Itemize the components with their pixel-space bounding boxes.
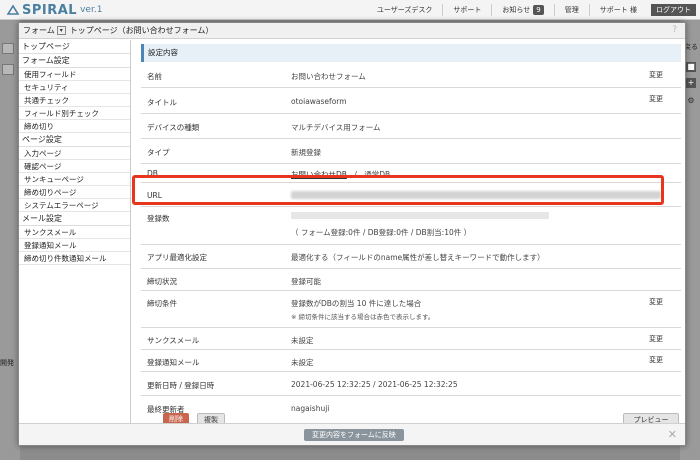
row-type: タイプ 新規登録 (141, 139, 681, 164)
row-label: タイプ (147, 148, 170, 157)
sidebar-item-error-page[interactable]: システムエラーページ (19, 199, 130, 212)
row-value: 新規登録 (291, 148, 321, 157)
row-note: ※ 締切条件に該当する場合は赤色で表示します。 (291, 313, 435, 321)
sidebar-item-fields[interactable]: 使用フィールド (19, 68, 130, 81)
row-notify-mail: 登録通知メール 未設定 変更 (141, 350, 681, 372)
nav-users-desk[interactable]: ユーザーズデスク (367, 4, 443, 16)
nav-support[interactable]: サポート (442, 4, 491, 16)
modal-footer: 変更内容をフォームに反映 ✕ (19, 423, 685, 445)
url-highlight-box (132, 175, 664, 205)
sidebar-item-deadline-page[interactable]: 締め切りページ (19, 186, 130, 199)
sidebar-item-deadline[interactable]: 締め切り (19, 120, 130, 133)
row-thanks-mail: サンクスメール 未設定 変更 (141, 328, 681, 350)
sidebar-group-page-settings: ページ設定 (19, 133, 130, 147)
row-deadline-status: 締切状況 登録可能 (141, 269, 681, 291)
row-label: デバイスの種類 (147, 123, 200, 132)
spiral-logo[interactable]: SPIRAL ver.1 (6, 2, 102, 18)
global-header: SPIRAL ver.1 ユーザーズデスク サポート お知らせ 9 管理 サポート… (0, 0, 700, 20)
background-dropdown (2, 43, 14, 54)
form-menu-dropdown[interactable]: ▾ (56, 26, 66, 35)
settings-content: 設定内容 名前 お問い合わせフォーム 変更 タイトル otoiawaseform… (141, 40, 681, 424)
row-label: サンクスメール (147, 336, 200, 345)
sidebar-group-form-settings: フォーム設定 (19, 54, 130, 68)
row-value: （ フォーム登録:0件 / DB登録:0件 / DB割当:10件 ） (291, 228, 472, 237)
background-gear-icon: ⚙ (687, 96, 695, 105)
row-updated: 更新日時 / 登録日時 2021-06-25 12:32:25 / 2021-0… (141, 372, 681, 396)
nav-admin[interactable]: 管理 (553, 4, 589, 16)
chevron-down-icon: ▾ (59, 27, 63, 34)
logo-version: ver.1 (80, 5, 103, 15)
background-tab-label: 開発 (0, 359, 14, 367)
row-count: 登録数 （ フォーム登録:0件 / DB登録:0件 / DB割当:10件 ） (141, 207, 681, 245)
row-name: 名前 お問い合わせフォーム 変更 (141, 62, 681, 88)
row-deadline-condition: 締切条件 登録数がDBの割当 10 件に達した場合 ※ 締切条件に該当する場合は… (141, 291, 681, 328)
row-label: 登録通知メール (147, 358, 200, 367)
background-back-text: 戻る (684, 43, 698, 51)
breadcrumb: トップページ（お問い合わせフォーム） (69, 26, 214, 35)
close-icon[interactable]: ✕ (668, 428, 677, 441)
row-optimize: アプリ最適化設定 最適化する（フィールドのname属性が差し替えキーワードで動作… (141, 245, 681, 269)
nav-notices[interactable]: お知らせ 9 (491, 4, 553, 16)
sidebar-group-mail-settings: メール設定 (19, 212, 130, 226)
sidebar-item-security[interactable]: セキュリティ (19, 81, 130, 94)
row-value: 2021-06-25 12:32:25 / 2021-06-25 12:32:2… (291, 380, 458, 389)
spiral-logo-icon (6, 4, 20, 15)
help-icon[interactable]: ? (672, 25, 677, 35)
background-left-panel: 開発 (0, 20, 20, 460)
apply-changes-button[interactable]: 変更内容をフォームに反映 (304, 429, 404, 441)
logo-text: SPIRAL (22, 2, 78, 18)
nav-user-name: サポート 様 (588, 4, 647, 16)
count-bar (291, 212, 549, 219)
row-value: 登録可能 (291, 277, 321, 286)
row-label: 登録数 (147, 214, 170, 223)
modal-header: フォーム ▾ トップページ（お問い合わせフォーム） ? (19, 23, 685, 39)
edit-notify-mail-link[interactable]: 変更 (649, 355, 663, 365)
settings-sidebar: トップページ フォーム設定 使用フィールド セキュリティ 共通チェック フィール… (19, 40, 131, 442)
row-label: タイトル (147, 98, 177, 107)
nav-notices-label: お知らせ (502, 6, 531, 14)
edit-title-link[interactable]: 変更 (649, 94, 663, 104)
background-plus-icon: + (686, 78, 696, 88)
row-value: マルチデバイス用フォーム (291, 123, 381, 132)
row-label: 名前 (147, 72, 162, 81)
background-square-icon: ■ (686, 62, 696, 72)
background-checkbox (2, 64, 14, 75)
row-label: 締切状況 (147, 277, 177, 286)
top-nav: ユーザーズデスク サポート お知らせ 9 管理 サポート 様 ログアウト (367, 3, 696, 17)
form-settings-modal: フォーム ▾ トップページ（お問い合わせフォーム） ? トップページ フォーム設… (18, 22, 686, 446)
sidebar-item-deadline-count-mail[interactable]: 締め切り件数通知メール (19, 252, 130, 265)
row-value: 登録数がDBの割当 10 件に達した場合 (291, 299, 422, 308)
sidebar-item-top-page[interactable]: トップページ (19, 40, 130, 54)
row-value: 最適化する（フィールドのname属性が差し替えキーワードで動作します） (291, 253, 545, 262)
row-label: 更新日時 / 登録日時 (147, 381, 215, 390)
sidebar-item-thanks-page[interactable]: サンキューページ (19, 173, 130, 186)
sidebar-item-common-check[interactable]: 共通チェック (19, 94, 130, 107)
row-label: アプリ最適化設定 (147, 253, 207, 262)
row-label: 締切条件 (147, 299, 177, 308)
section-title: 設定内容 (141, 44, 681, 62)
row-value: nagaishuji (291, 404, 330, 413)
sidebar-item-input-page[interactable]: 入力ページ (19, 147, 130, 160)
row-value: 未設定 (291, 358, 314, 367)
row-value: 未設定 (291, 336, 314, 345)
row-value: otoiawaseform (291, 97, 347, 106)
edit-thanks-mail-link[interactable]: 変更 (649, 334, 663, 344)
notice-count-badge: 9 (533, 5, 544, 15)
row-title: タイトル otoiawaseform 変更 (141, 88, 681, 114)
row-value: お問い合わせフォーム (291, 72, 366, 81)
sidebar-item-confirm-page[interactable]: 確認ページ (19, 160, 130, 173)
sidebar-item-thanks-mail[interactable]: サンクスメール (19, 226, 130, 239)
sidebar-item-notify-mail[interactable]: 登録通知メール (19, 239, 130, 252)
row-device: デバイスの種類 マルチデバイス用フォーム (141, 114, 681, 139)
form-menu-label: フォーム (23, 26, 55, 35)
sidebar-item-field-check[interactable]: フィールド別チェック (19, 107, 130, 120)
logout-button[interactable]: ログアウト (651, 4, 696, 16)
edit-deadline-link[interactable]: 変更 (649, 297, 663, 307)
edit-name-link[interactable]: 変更 (649, 70, 663, 80)
